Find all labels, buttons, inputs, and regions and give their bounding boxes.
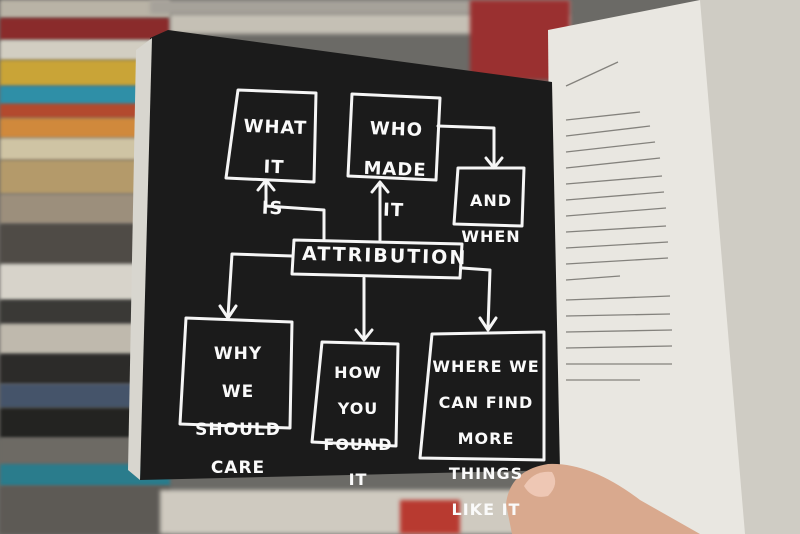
photo-scene: WHAT IT IS WHO MADE IT AND WHEN ATTRIBUT… xyxy=(0,0,800,534)
word: WHY xyxy=(213,344,263,365)
word: WHO xyxy=(369,118,424,142)
word: IS xyxy=(261,197,284,220)
word: WHEN xyxy=(461,226,521,246)
word: CARE xyxy=(210,458,266,479)
word: YOU xyxy=(337,398,379,418)
word: THINGS xyxy=(448,464,524,484)
word: WE xyxy=(221,382,255,403)
word: IT xyxy=(263,157,285,179)
word: WHERE WE xyxy=(432,356,540,376)
label-and-when: AND WHEN xyxy=(458,174,524,264)
word: FOUND xyxy=(323,434,393,454)
word: HOW xyxy=(334,362,382,382)
word: MADE xyxy=(363,158,427,182)
label-who-made-it: WHO MADE IT xyxy=(350,99,441,243)
label-why-we-should-care: WHY WE SHOULD CARE xyxy=(184,326,292,497)
label-what-it-is: WHAT IT IS xyxy=(232,97,317,241)
word: IT xyxy=(382,199,405,222)
word: SHOULD xyxy=(195,420,281,441)
label-how-you-found-it: HOW YOU FOUND IT xyxy=(318,346,398,507)
word: AND xyxy=(469,190,513,210)
word: IT xyxy=(348,470,368,490)
word: MORE xyxy=(457,428,515,448)
word: WHAT xyxy=(243,116,308,140)
word: LIKE IT xyxy=(451,500,521,520)
label-attribution: ATTRIBUTION xyxy=(301,242,468,270)
label-where-we-can-find: WHERE WE CAN FIND MORE THINGS LIKE IT xyxy=(428,340,544,534)
word: CAN FIND xyxy=(438,392,534,412)
